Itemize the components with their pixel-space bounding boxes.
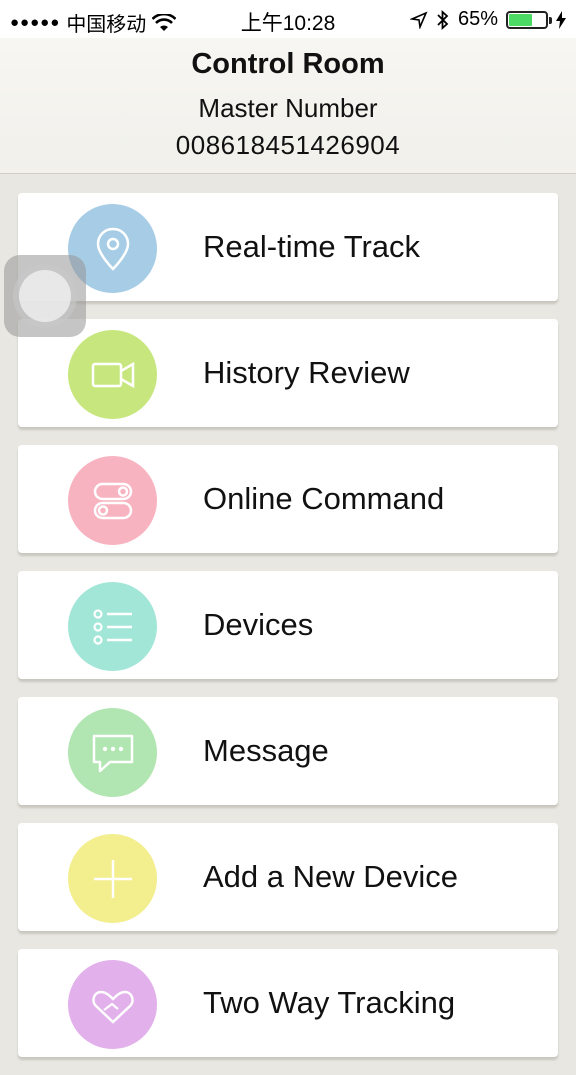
list-icon (92, 608, 132, 645)
charging-bolt-icon (556, 10, 566, 29)
menu-item-online-command[interactable]: Online Command (18, 445, 558, 553)
menu-item-history-review[interactable]: History Review (18, 319, 558, 427)
icon-circle (68, 330, 157, 419)
menu-item-label: Online Command (203, 481, 445, 516)
battery-percent: 65% (457, 8, 498, 30)
icon-circle (68, 834, 157, 923)
menu-item-label: Message (203, 733, 329, 768)
menu-item-real-time-track[interactable]: Real-time Track (18, 193, 558, 301)
menu-list: Real-time Track History Review Online Co… (18, 193, 558, 1075)
status-bar: ●●●●● 中国移动 上午10:28 65% (0, 0, 576, 38)
menu-item-label: Add a New Device (203, 859, 459, 894)
menu-item-label: History Review (203, 355, 410, 390)
assistive-touch-icon (19, 270, 71, 322)
menu-item-two-way-tracking[interactable]: Two Way Tracking (18, 949, 558, 1057)
header: Control Room Master Number 0086184514269… (0, 38, 576, 174)
toggle-switches-icon (93, 482, 132, 519)
location-arrow-icon (409, 10, 428, 29)
master-number-value: 008618451426904 (175, 130, 401, 160)
icon-circle (68, 456, 157, 545)
icon-circle (68, 582, 157, 671)
page-title: Control Room (191, 48, 385, 80)
icon-circle (68, 708, 157, 797)
menu-item-label: Real-time Track (203, 229, 421, 264)
video-camera-icon (91, 361, 134, 388)
handshake-icon (91, 990, 134, 1024)
assistive-touch-button[interactable] (4, 255, 86, 337)
master-number-label: Master Number (198, 93, 378, 123)
chat-bubble-icon (92, 734, 133, 772)
menu-item-add-new-device[interactable]: Add a New Device (18, 823, 558, 931)
menu-item-label: Devices (203, 607, 314, 642)
menu-item-label: Two Way Tracking (203, 985, 456, 1020)
menu-item-message[interactable]: Message (18, 697, 558, 805)
location-pin-icon (96, 227, 129, 271)
battery-level (509, 13, 532, 26)
bluetooth-icon (437, 9, 449, 30)
icon-circle (68, 960, 157, 1049)
menu-item-devices[interactable]: Devices (18, 571, 558, 679)
battery-icon (506, 10, 552, 29)
plus-icon (93, 859, 132, 898)
